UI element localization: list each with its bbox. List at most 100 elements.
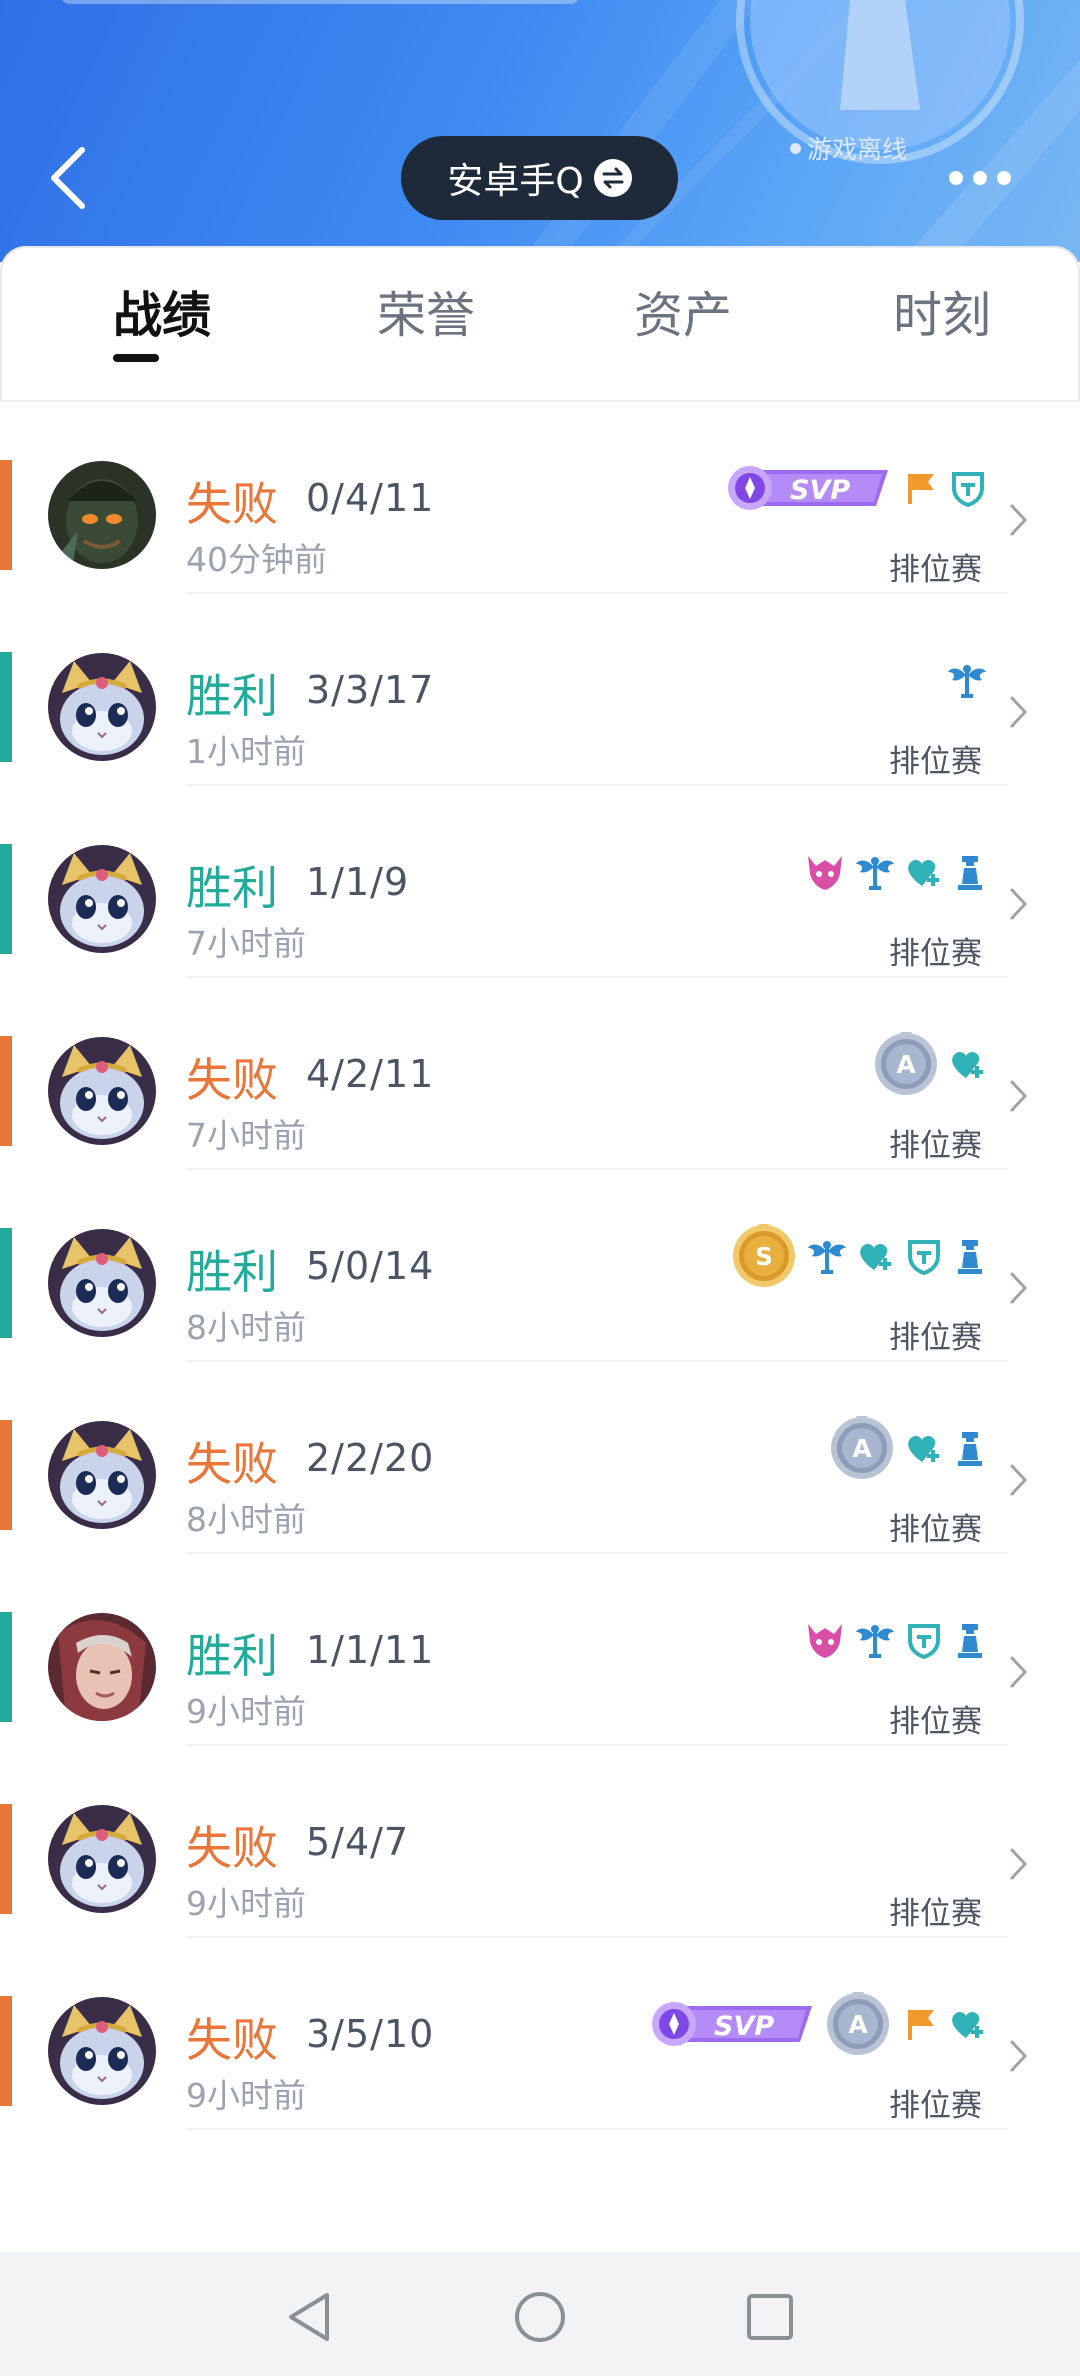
match-badges (804, 844, 988, 904)
match-row[interactable]: 胜利 1/1/11 9小时前 排位赛 (0, 1554, 1080, 1746)
svg-text:SVP: SVP (790, 475, 850, 506)
result-strip (0, 1996, 12, 2106)
chevron-right-icon (1010, 696, 1027, 728)
dark-hero-avatar (48, 461, 156, 569)
home-nav-icon[interactable] (505, 2282, 575, 2352)
result-strip (0, 1228, 12, 1338)
flag-icon (900, 2004, 940, 2048)
chevron-right-icon (1010, 1848, 1027, 1880)
result-strip (0, 460, 12, 570)
match-row[interactable]: 胜利 1/1/9 7小时前 排位赛 (0, 786, 1080, 978)
recents-nav-icon[interactable] (735, 2282, 805, 2352)
svg-text:A: A (896, 1050, 916, 1079)
match-row[interactable]: 胜利 3/3/17 1小时前 排位赛 (0, 594, 1080, 786)
match-result: 胜利 (186, 1629, 278, 1683)
match-badges: A (872, 1032, 988, 1096)
tower-icon (952, 852, 988, 896)
match-result: 胜利 (186, 861, 278, 915)
svg-text:A: A (852, 1434, 872, 1463)
red-hero-avatar (48, 1613, 156, 1721)
match-row[interactable]: 失败 3/5/10 9小时前 SVP A 排位赛 (0, 1938, 1080, 2130)
more-options-button[interactable] (940, 158, 1020, 198)
match-row[interactable]: 失败 0/4/11 40分钟前 SVP 排位赛 (0, 402, 1080, 594)
match-kda: 1/1/11 (306, 1628, 435, 1672)
wings-icon (946, 660, 988, 704)
match-mode: 排位赛 (889, 1512, 982, 1548)
tower-icon (952, 1236, 988, 1280)
cat-hero-avatar (48, 1997, 156, 2105)
match-mode: 排位赛 (889, 2088, 982, 2124)
match-row[interactable]: 胜利 5/0/14 8小时前 S 排位赛 (0, 1170, 1080, 1362)
match-row[interactable]: 失败 4/2/11 7小时前 A 排位赛 (0, 978, 1080, 1170)
match-row[interactable]: 失败 2/2/20 8小时前 A 排位赛 (0, 1362, 1080, 1554)
tab-moments[interactable]: 时刻 (893, 276, 991, 347)
match-time: 1小时前 (186, 732, 306, 771)
match-mode: 排位赛 (889, 552, 982, 588)
rank-s-badge: S (730, 1222, 798, 1294)
status-dot-icon (790, 142, 801, 154)
tab-record[interactable]: 战绩 (113, 276, 211, 347)
match-time: 40分钟前 (186, 540, 327, 579)
result-strip (0, 844, 12, 954)
match-mode: 排位赛 (889, 936, 982, 972)
back-icon[interactable] (38, 138, 98, 218)
account-switcher[interactable]: 安卓手Q (401, 136, 678, 220)
match-result: 失败 (186, 1821, 278, 1875)
chevron-right-icon (1010, 2040, 1027, 2072)
match-kda: 3/3/17 (306, 668, 435, 712)
match-row[interactable]: 失败 5/4/7 9小时前 排位赛 (0, 1746, 1080, 1938)
match-badges: A (828, 1416, 988, 1480)
match-badges: S (730, 1224, 988, 1288)
heal-icon (948, 1044, 988, 1088)
result-strip (0, 1804, 12, 1914)
result-strip (0, 1036, 12, 1146)
match-list: 失败 1/1/15 21分钟前 SVPA 排位赛 失败 0/4/11 40分钟前… (0, 402, 1080, 2130)
more-dot-icon (949, 171, 963, 185)
match-mode: 排位赛 (889, 1128, 982, 1164)
system-nav-bar (0, 2252, 1080, 2376)
match-kda: 4/2/11 (306, 1052, 435, 1096)
match-badges (946, 652, 988, 712)
wings-icon (854, 1620, 896, 1664)
match-kda: 1/1/9 (306, 860, 410, 904)
match-result: 胜利 (186, 669, 278, 723)
rank-a-badge: A (824, 1990, 892, 2062)
heal-icon (904, 852, 944, 896)
game-status-label: 游戏离线 (807, 135, 908, 164)
match-list-viewport[interactable]: 失败 1/1/15 21分钟前 SVPA 排位赛 失败 0/4/11 40分钟前… (0, 402, 1080, 2252)
chevron-right-icon (1010, 1272, 1027, 1304)
active-tab-indicator (113, 354, 159, 362)
flag-icon (900, 468, 940, 512)
match-kda: 2/2/20 (306, 1436, 435, 1480)
match-kda: 0/4/11 (306, 476, 435, 520)
more-dot-icon (973, 171, 987, 185)
svg-text:A: A (848, 2010, 868, 2039)
chevron-right-icon (1010, 1080, 1027, 1112)
match-result: 失败 (186, 2013, 278, 2067)
tab-assets[interactable]: 资产 (634, 276, 732, 347)
header-background-art (62, 0, 1080, 262)
match-badges (804, 1612, 988, 1672)
svp-badge: SVP (722, 464, 892, 516)
tab-honor[interactable]: 荣誉 (377, 276, 475, 347)
back-nav-icon[interactable] (274, 2282, 344, 2352)
tower-icon (952, 1620, 988, 1664)
result-strip (0, 652, 12, 762)
chevron-right-icon (1010, 504, 1027, 536)
more-dot-icon (997, 171, 1011, 185)
match-time: 9小时前 (186, 2076, 306, 2115)
match-result: 失败 (186, 477, 278, 531)
heal-icon (904, 1428, 944, 1472)
cat-hero-avatar (48, 1421, 156, 1529)
chevron-right-icon (1010, 1464, 1027, 1496)
svp-badge: SVP (646, 2000, 816, 2052)
tower-icon (952, 1428, 988, 1472)
match-time: 7小时前 (186, 1116, 306, 1155)
profile-header: 安卓手Q 游戏离线 (0, 0, 1080, 262)
match-time: 8小时前 (186, 1308, 306, 1347)
rank-a-badge: A (828, 1414, 896, 1486)
cat-hero-avatar (48, 1805, 156, 1913)
match-time: 8小时前 (186, 1500, 306, 1539)
match-kda: 5/0/14 (306, 1244, 435, 1288)
shield-icon (904, 1236, 944, 1280)
